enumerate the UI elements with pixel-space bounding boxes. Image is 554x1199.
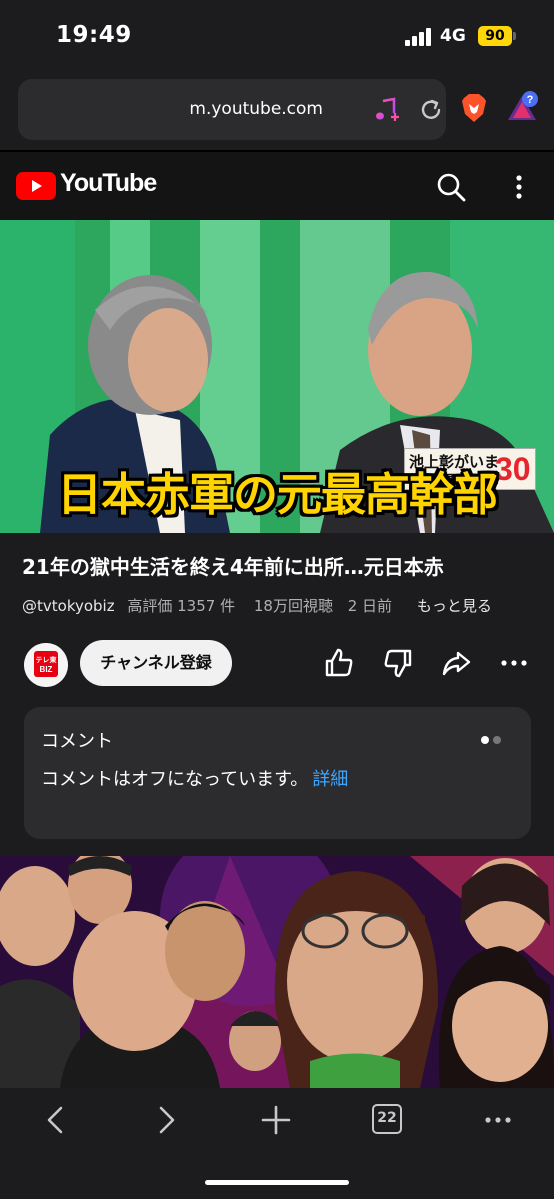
like-count: 高評価 1357 件 [127,597,236,615]
network-type: 4G [440,26,466,46]
more-vert-icon[interactable] [510,172,528,202]
tabs-button[interactable]: 22 [372,1104,402,1134]
dislike-icon[interactable] [382,647,414,679]
upload-age: 2 日前 [347,597,393,615]
youtube-wordmark[interactable]: YouTube [60,169,157,198]
menu-icon[interactable] [480,1102,516,1138]
svg-text:テレ東: テレ東 [36,655,58,664]
signal-icon [405,28,435,46]
battery-nub [513,32,516,40]
details-link[interactable]: 詳細 [312,769,348,790]
forward-icon[interactable] [148,1102,184,1138]
video-caption: 日本赤軍の元最高幹部 [56,468,498,521]
more-horiz-icon[interactable] [498,647,530,679]
status-bar: 19:49 4G 90 [0,0,554,70]
youtube-header: YouTube [0,152,554,220]
comments-heading: コメント [41,731,113,752]
youtube-logo-icon[interactable] [16,172,56,200]
like-icon[interactable] [323,647,355,679]
back-icon[interactable] [38,1102,74,1138]
comments-off-text: コメントはオフになっています。 [41,769,309,790]
video-caption-box: 日本赤軍の元最高幹部 [0,458,554,521]
new-tab-icon[interactable] [258,1102,294,1138]
view-count: 18万回視聴 [253,597,333,615]
more-link[interactable]: もっと見る [417,597,492,615]
reload-icon[interactable] [418,97,444,123]
rewards-icon[interactable]: ? [505,90,539,124]
music-plus-icon[interactable] [374,97,400,123]
status-time: 19:49 [56,22,132,48]
svg-text:BIZ: BIZ [40,665,53,674]
channel-handle[interactable]: @tvtokyobiz [22,597,115,615]
channel-avatar[interactable]: テレ東 BIZ [24,643,68,687]
pager-dots-icon [481,736,501,744]
next-video-thumbnail[interactable] [0,856,554,1088]
comments-off-message: コメントはオフになっています。 詳細 [41,765,348,791]
video-meta[interactable]: @tvtokyobiz 高評価 1357 件 18万回視聴 2 日前 もっと見る [22,595,492,616]
tv-tokyo-biz-logo: テレ東 BIZ [24,643,68,687]
brave-shields-icon[interactable] [460,92,488,124]
video-info: 21年の獄中生活を終え4年前に出所…元日本赤 @tvtokyobiz 高評価 1… [0,533,554,855]
video-player[interactable]: 池上彰がいま 話を聞きたい 30 日本赤軍の元最高幹部 [0,220,554,533]
search-icon[interactable] [436,172,466,202]
video-title[interactable]: 21年の獄中生活を終え4年前に出所…元日本赤 [22,551,554,580]
phone-screen: 19:49 4G 90 m.youtube.com ? YouTube 池上彰が… [0,0,554,1199]
address-bar[interactable]: m.youtube.com [18,79,446,140]
url-text[interactable]: m.youtube.com [18,79,358,140]
svg-text:?: ? [527,94,534,106]
comments-panel[interactable]: コメント コメントはオフになっています。 詳細 [24,707,531,839]
thumbnail-image [0,856,554,1088]
share-icon[interactable] [440,647,472,679]
battery-icon: 90 [478,26,512,46]
subscribe-button[interactable]: チャンネル登録 [80,640,232,686]
home-indicator[interactable] [205,1180,349,1185]
